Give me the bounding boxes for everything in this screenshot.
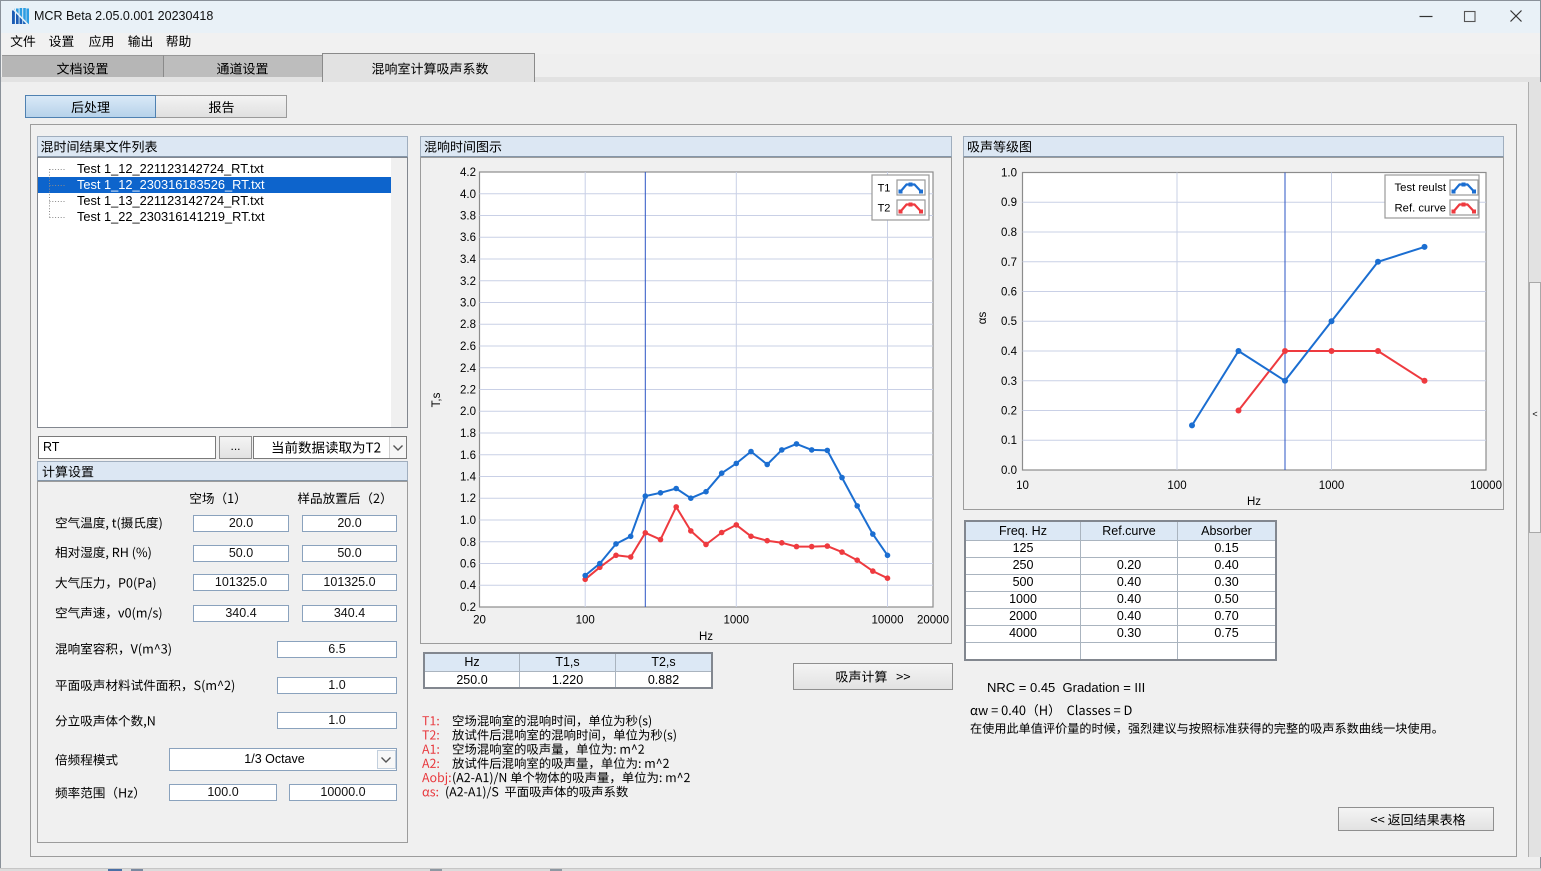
svg-text:0.7: 0.7 [1001, 257, 1017, 269]
svg-text:2.6: 2.6 [460, 341, 476, 353]
svg-text:0.8: 0.8 [460, 537, 476, 549]
svg-text:<: < [1532, 409, 1537, 419]
svg-text:0.4: 0.4 [1001, 346, 1018, 358]
svg-text:1.8: 1.8 [460, 428, 476, 440]
svg-text:1.2: 1.2 [460, 493, 476, 505]
svg-text:3.0: 3.0 [460, 298, 476, 310]
svg-text:3.8: 3.8 [460, 211, 476, 223]
svg-text:10000: 10000 [872, 615, 904, 627]
svg-text:20: 20 [473, 615, 486, 627]
svg-text:0.3: 0.3 [1001, 376, 1017, 388]
svg-text:Test reulst: Test reulst [1395, 182, 1447, 194]
svg-text:0.2: 0.2 [460, 602, 476, 614]
svg-text:1000: 1000 [1319, 480, 1345, 492]
svg-text:3.6: 3.6 [460, 232, 476, 244]
svg-text:1.4: 1.4 [460, 472, 477, 484]
svg-text:0.4: 0.4 [460, 580, 477, 592]
svg-text:2.2: 2.2 [460, 385, 476, 397]
svg-text:0.5: 0.5 [1001, 316, 1017, 328]
svg-text:4.2: 4.2 [460, 167, 476, 179]
svg-text:10000: 10000 [1470, 480, 1502, 492]
svg-text:T2: T2 [878, 203, 891, 215]
svg-text:0.6: 0.6 [1001, 287, 1017, 299]
svg-text:0.6: 0.6 [460, 559, 476, 571]
svg-text:1.0: 1.0 [1001, 168, 1017, 180]
svg-text:10: 10 [1016, 480, 1029, 492]
svg-text:1.6: 1.6 [460, 450, 476, 462]
svg-text:αs: αs [977, 312, 989, 325]
svg-text:0.8: 0.8 [1001, 227, 1017, 239]
svg-text:1000: 1000 [724, 615, 750, 627]
svg-text:4.0: 4.0 [460, 189, 476, 201]
svg-text:T,s: T,s [431, 392, 443, 407]
svg-text:Hz: Hz [699, 631, 713, 643]
svg-text:T1: T1 [878, 183, 891, 195]
svg-text:Ref. curve: Ref. curve [1395, 203, 1446, 215]
svg-text:100: 100 [576, 615, 595, 627]
svg-text:Hz: Hz [1247, 496, 1261, 508]
svg-text:2.4: 2.4 [460, 363, 477, 375]
svg-text:0.1: 0.1 [1001, 435, 1017, 447]
svg-text:0.9: 0.9 [1001, 197, 1017, 209]
svg-text:3.2: 3.2 [460, 276, 476, 288]
svg-text:2.0: 2.0 [460, 406, 476, 418]
svg-text:100: 100 [1167, 480, 1186, 492]
svg-text:3.4: 3.4 [460, 254, 477, 266]
svg-text:1.0: 1.0 [460, 515, 476, 527]
svg-text:20000: 20000 [917, 615, 949, 627]
svg-text:2.8: 2.8 [460, 319, 476, 331]
svg-text:0.0: 0.0 [1001, 465, 1017, 477]
svg-text:0.2: 0.2 [1001, 406, 1017, 418]
